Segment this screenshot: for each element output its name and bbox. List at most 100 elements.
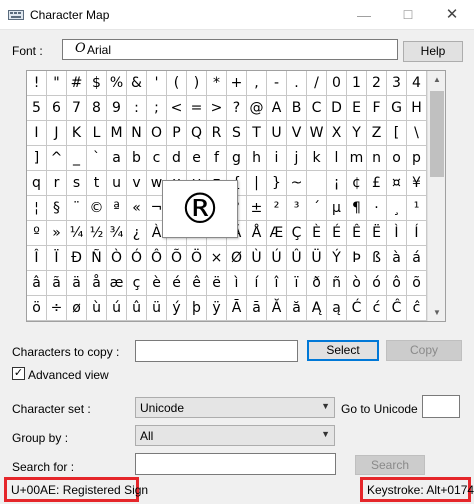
character-cell[interactable]: ] xyxy=(27,146,47,171)
character-cell[interactable]: ¹ xyxy=(407,196,427,221)
character-cell[interactable]: p xyxy=(407,146,427,171)
characters-to-copy-input[interactable] xyxy=(135,340,298,362)
character-cell[interactable]: ì xyxy=(227,271,247,296)
character-cell[interactable]: £ xyxy=(367,171,387,196)
character-cell[interactable]: W xyxy=(307,121,327,146)
character-cell[interactable]: ¶ xyxy=(347,196,367,221)
character-cell[interactable]: : xyxy=(127,96,147,121)
character-cell[interactable]: Ă xyxy=(267,296,287,321)
grid-scrollbar[interactable]: ▲ ▼ xyxy=(427,71,445,321)
character-cell[interactable]: Å xyxy=(247,221,267,246)
character-cell[interactable]: ¸ xyxy=(387,196,407,221)
character-cell[interactable]: ! xyxy=(27,71,47,96)
character-cell[interactable]: ó xyxy=(367,271,387,296)
character-cell[interactable]: û xyxy=(127,296,147,321)
character-cell[interactable]: Þ xyxy=(347,246,367,271)
character-cell[interactable]: % xyxy=(107,71,127,96)
character-cell[interactable]: ) xyxy=(187,71,207,96)
character-cell[interactable]: \ xyxy=(407,121,427,146)
character-cell[interactable]: Æ xyxy=(267,221,287,246)
character-cell[interactable]: 3 xyxy=(387,71,407,96)
character-cell[interactable]: ý xyxy=(167,296,187,321)
character-cell[interactable]: Q xyxy=(187,121,207,146)
select-button[interactable]: Select xyxy=(307,340,379,361)
character-cell[interactable]: ï xyxy=(287,271,307,296)
character-cell[interactable]: ô xyxy=(387,271,407,296)
character-cell[interactable]: á xyxy=(407,246,427,271)
character-cell[interactable]: @ xyxy=(247,96,267,121)
character-cell[interactable]: Ą xyxy=(307,296,327,321)
character-cell[interactable]: 6 xyxy=(47,96,67,121)
character-cell[interactable] xyxy=(307,171,327,196)
character-cell[interactable]: ¾ xyxy=(107,221,127,246)
character-cell[interactable]: ø xyxy=(67,296,87,321)
character-cell[interactable]: Ñ xyxy=(87,246,107,271)
character-cell[interactable]: Z xyxy=(367,121,387,146)
character-cell[interactable]: < xyxy=(167,96,187,121)
character-cell[interactable]: Y xyxy=(347,121,367,146)
character-cell[interactable]: ä xyxy=(67,271,87,296)
character-cell[interactable]: i xyxy=(267,146,287,171)
character-cell[interactable]: Ø xyxy=(227,246,247,271)
character-cell[interactable]: B xyxy=(287,96,307,121)
character-cell[interactable]: ÿ xyxy=(207,296,227,321)
character-cell[interactable]: Ð xyxy=(67,246,87,271)
character-cell[interactable]: ¿ xyxy=(127,221,147,246)
go-to-unicode-input[interactable] xyxy=(422,395,460,418)
character-cell[interactable]: Ê xyxy=(347,221,367,246)
help-button[interactable]: Help xyxy=(403,41,463,62)
character-cell[interactable]: Ï xyxy=(47,246,67,271)
character-cell[interactable]: b xyxy=(127,146,147,171)
character-cell[interactable]: " xyxy=(47,71,67,96)
character-cell[interactable]: 4 xyxy=(407,71,427,96)
character-cell[interactable]: ( xyxy=(167,71,187,96)
character-cell[interactable]: ù xyxy=(87,296,107,321)
character-cell[interactable]: · xyxy=(367,196,387,221)
character-cell[interactable]: T xyxy=(247,121,267,146)
character-cell[interactable]: L xyxy=(87,121,107,146)
character-cell[interactable]: ¢ xyxy=(347,171,367,196)
character-cell[interactable]: ¥ xyxy=(407,171,427,196)
character-cell[interactable]: Ć xyxy=(347,296,367,321)
character-cell[interactable]: ¦ xyxy=(27,196,47,221)
character-cell[interactable]: G xyxy=(387,96,407,121)
character-cell[interactable]: ` xyxy=(87,146,107,171)
character-cell[interactable]: h xyxy=(247,146,267,171)
search-input[interactable] xyxy=(135,453,336,475)
character-cell[interactable]: ´ xyxy=(307,196,327,221)
character-cell[interactable]: f xyxy=(207,146,227,171)
character-cell[interactable]: å xyxy=(87,271,107,296)
character-cell[interactable]: U xyxy=(267,121,287,146)
character-cell[interactable]: d xyxy=(167,146,187,171)
character-cell[interactable]: Û xyxy=(287,246,307,271)
character-cell[interactable]: s xyxy=(67,171,87,196)
group-by-dropdown[interactable]: All ▼ xyxy=(135,425,335,446)
character-cell[interactable]: µ xyxy=(327,196,347,221)
character-cell[interactable]: × xyxy=(207,246,227,271)
character-cell[interactable]: È xyxy=(307,221,327,246)
character-cell[interactable]: à xyxy=(387,246,407,271)
character-cell[interactable]: » xyxy=(47,221,67,246)
character-cell[interactable]: t xyxy=(87,171,107,196)
character-cell[interactable]: Ā xyxy=(227,296,247,321)
character-cell[interactable]: î xyxy=(267,271,287,296)
copy-button[interactable]: Copy xyxy=(386,340,462,361)
character-cell[interactable]: 0 xyxy=(327,71,347,96)
character-cell[interactable]: P xyxy=(167,121,187,146)
character-cell[interactable]: ê xyxy=(187,271,207,296)
character-cell[interactable]: l xyxy=(327,146,347,171)
scroll-up-icon[interactable]: ▲ xyxy=(428,71,446,88)
character-set-dropdown[interactable]: Unicode ▼ xyxy=(135,397,335,418)
character-cell[interactable]: ~ xyxy=(287,171,307,196)
character-cell[interactable]: A xyxy=(267,96,287,121)
character-cell[interactable]: ç xyxy=(127,271,147,296)
character-cell[interactable]: ö xyxy=(27,296,47,321)
character-cell[interactable]: $ xyxy=(87,71,107,96)
character-cell[interactable]: I xyxy=(27,121,47,146)
character-cell[interactable]: º xyxy=(27,221,47,246)
character-cell[interactable]: # xyxy=(67,71,87,96)
character-cell[interactable]: ? xyxy=(227,96,247,121)
scroll-thumb[interactable] xyxy=(430,91,444,177)
character-cell[interactable]: Ú xyxy=(267,246,287,271)
character-cell[interactable]: © xyxy=(87,196,107,221)
